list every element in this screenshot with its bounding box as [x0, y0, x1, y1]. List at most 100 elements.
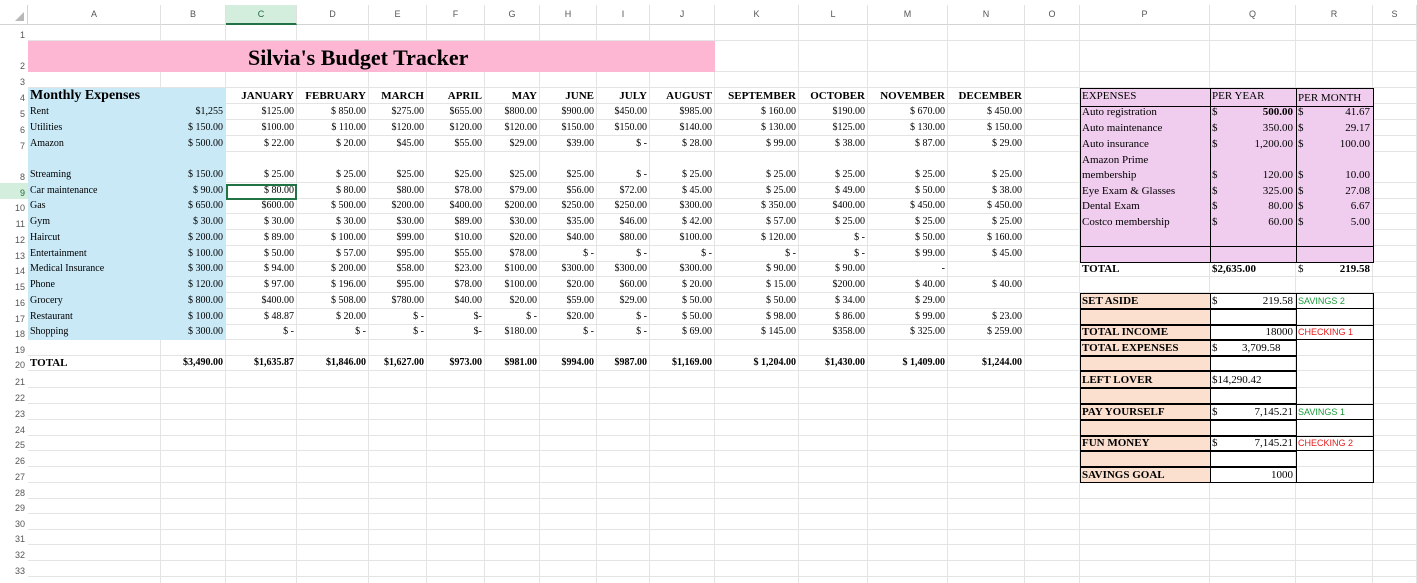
row-header-24[interactable]: 24 [0, 420, 28, 436]
month-amount: $ 25.00 [915, 216, 945, 227]
monthly-expenses-heading: Monthly Expenses [30, 88, 141, 103]
row-header-23[interactable]: 23 [0, 404, 28, 420]
row-header-11[interactable]: 11 [0, 214, 28, 230]
month-amount: $78.00 [509, 248, 538, 259]
row-header-1[interactable]: 1 [0, 25, 28, 41]
month-amount: $ 30.00 [336, 216, 366, 227]
column-header-m[interactable]: M [868, 5, 948, 25]
month-amount: $25.00 [454, 169, 483, 180]
column-header-h[interactable]: H [540, 5, 597, 25]
month-amount: $ 350.00 [761, 200, 796, 211]
month-amount: $45.00 [396, 138, 425, 149]
row-header-29[interactable]: 29 [0, 499, 28, 514]
row-header-21[interactable]: 21 [0, 371, 28, 388]
month-amount: $900.00 [561, 106, 595, 117]
month-amount: $ 50.00 [915, 185, 945, 196]
column-header-e[interactable]: E [369, 5, 427, 25]
month-amount: $ 38.00 [992, 185, 1022, 196]
row-header-6[interactable]: 6 [0, 120, 28, 136]
month-amount: $ 25.00 [835, 216, 865, 227]
month-amount: $ - [283, 326, 294, 337]
month-amount: $95.00 [396, 279, 425, 290]
row-header-25[interactable]: 25 [0, 436, 28, 451]
row-header-20[interactable]: 20 [0, 356, 28, 371]
month-amount: $200.00 [832, 279, 866, 290]
month-amount: $55.00 [454, 248, 483, 259]
column-gridline [368, 25, 369, 583]
column-header-g[interactable]: G [485, 5, 540, 25]
row-header-5[interactable]: 5 [0, 104, 28, 120]
row-header-16[interactable]: 16 [0, 293, 28, 309]
row-header-32[interactable]: 32 [0, 545, 28, 561]
month-amount: $120.00 [391, 122, 425, 133]
column-header-a[interactable]: A [28, 5, 161, 25]
row-header-9[interactable]: 9 [0, 183, 28, 199]
month-amount: $ 20.00 [682, 279, 712, 290]
month-amount: $25.00 [396, 169, 425, 180]
month-amount: $ 99.00 [766, 138, 796, 149]
month-amount: $59.00 [566, 295, 595, 306]
column-header-o[interactable]: O [1025, 5, 1080, 25]
row-header-15[interactable]: 15 [0, 277, 28, 293]
column-header-q[interactable]: Q [1210, 5, 1296, 25]
month-total: $1,244.00 [982, 357, 1022, 368]
row-header-19[interactable]: 19 [0, 340, 28, 356]
row-header-7[interactable]: 7 [0, 136, 28, 152]
row-header-33[interactable]: 33 [0, 561, 28, 577]
expense-label: Car maintenance [30, 185, 98, 196]
month-amount: $ 130.00 [761, 122, 796, 133]
column-header-r[interactable]: R [1296, 5, 1373, 25]
month-amount: $150.00 [561, 122, 595, 133]
month-header-january: JANUARY [241, 90, 294, 102]
month-amount: $55.00 [454, 138, 483, 149]
row-header-17[interactable]: 17 [0, 309, 28, 325]
month-amount: $ 20.00 [336, 311, 366, 322]
expense-amount: $ 150.00 [188, 169, 223, 180]
column-header-c[interactable]: C [226, 5, 297, 25]
month-amount: $ - [636, 138, 647, 149]
row-header-18[interactable]: 18 [0, 325, 28, 340]
month-amount: $800.00 [504, 106, 538, 117]
month-amount: $40.00 [566, 232, 595, 243]
row-header-30[interactable]: 30 [0, 514, 28, 530]
column-header-j[interactable]: J [650, 5, 715, 25]
column-header-d[interactable]: D [297, 5, 369, 25]
row-header-12[interactable]: 12 [0, 230, 28, 246]
row-header-4[interactable]: 4 [0, 88, 28, 104]
month-amount: $ - [636, 169, 647, 180]
month-amount: $ 150.00 [987, 122, 1022, 133]
month-total: $973.00 [449, 357, 483, 368]
expense-amount: $ 30.00 [193, 216, 223, 227]
row-header-26[interactable]: 26 [0, 451, 28, 467]
row-header-13[interactable]: 13 [0, 246, 28, 262]
column-header-b[interactable]: B [161, 5, 226, 25]
row-header-28[interactable]: 28 [0, 483, 28, 499]
month-amount: $ - [636, 248, 647, 259]
month-amount: $78.00 [454, 279, 483, 290]
active-cell-c9[interactable] [226, 184, 297, 200]
column-header-f[interactable]: F [427, 5, 485, 25]
column-header-k[interactable]: K [715, 5, 799, 25]
select-all-corner[interactable] [0, 5, 28, 25]
row-header-2[interactable]: 2 [0, 41, 28, 72]
row-header-27[interactable]: 27 [0, 467, 28, 483]
month-header-december: DECEMBER [958, 90, 1022, 102]
column-header-l[interactable]: L [799, 5, 868, 25]
row-header-8[interactable]: 8 [0, 152, 28, 183]
row-header-31[interactable]: 31 [0, 530, 28, 545]
expense-amount: $ 300.00 [188, 263, 223, 274]
spreadsheet-grid[interactable]: ABCDEFGHIJKLMNOPQRS 1 2 3 4 5 6 7 8 9 10 11 12 13 14 1… [0, 0, 1417, 583]
month-amount: $ 325.00 [910, 326, 945, 337]
row-header-10[interactable]: 10 [0, 199, 28, 214]
month-amount: $ 28.00 [682, 138, 712, 149]
month-header-june: JUNE [565, 90, 594, 102]
row-header-22[interactable]: 22 [0, 388, 28, 404]
column-header-p[interactable]: P [1080, 5, 1210, 25]
month-amount: $78.00 [454, 185, 483, 196]
column-header-s[interactable]: S [1373, 5, 1417, 25]
column-header-n[interactable]: N [948, 5, 1025, 25]
row-header-14[interactable]: 14 [0, 262, 28, 277]
row-header-3[interactable]: 3 [0, 72, 28, 88]
column-header-i[interactable]: I [597, 5, 650, 25]
month-amount: $400.00 [832, 200, 866, 211]
